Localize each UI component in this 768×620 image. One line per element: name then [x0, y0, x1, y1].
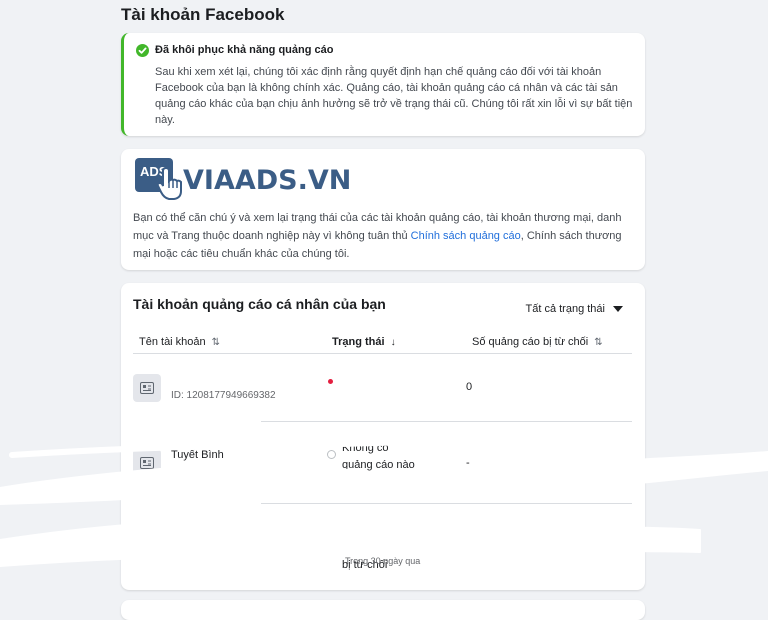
ad-account-icon: [133, 529, 161, 557]
ad-account-icon: [133, 374, 161, 402]
personal-ad-accounts-card: Tài khoản quảng cáo cá nhân của bạn Tất …: [121, 283, 645, 590]
column-label: Tên tài khoản: [139, 336, 206, 348]
column-label: Số quảng cáo bị từ chối: [472, 336, 589, 348]
rejected-count: 0: [466, 381, 473, 393]
section-title: Tài khoản quảng cáo cá nhân của bạn: [133, 296, 386, 312]
column-label: Trạng thái: [332, 336, 385, 348]
caret-down-icon: [613, 306, 623, 312]
check-circle-icon: [136, 44, 149, 57]
alert-body: Sau khi xem xét lại, chúng tôi xác định …: [155, 66, 633, 126]
status-period: Trong 30 ngày qua: [345, 556, 421, 566]
logo-text: VIAADS.VN: [183, 165, 352, 196]
sort-icon: ⇅: [211, 336, 221, 348]
column-header-name[interactable]: Tên tài khoản ⇅: [139, 336, 220, 348]
status-filter-label: Tất cả trạng thái: [525, 303, 606, 315]
account-name: Tuyết Bình: [171, 449, 224, 461]
status-indicator: [328, 379, 333, 384]
column-header-status[interactable]: Trạng thái ↓: [332, 336, 396, 348]
sort-desc-icon: ↓: [390, 336, 396, 348]
alert-title: Đã khôi phục khả năng quảng cáo: [155, 44, 334, 56]
divider: [261, 421, 632, 422]
account-id: ID: 1208177949669382: [171, 390, 276, 401]
sort-icon: ⇅: [594, 336, 603, 348]
divider: [261, 503, 632, 504]
ad-restored-alert: Đã khôi phục khả năng quảng cáo Sau khi …: [121, 33, 645, 136]
status-indicator: [327, 533, 336, 542]
ad-account-icon: [133, 449, 161, 477]
status-filter-dropdown[interactable]: Tất cả trạng thái: [525, 303, 623, 315]
rejected-count: -: [466, 540, 470, 552]
status-period: Trong 30 ngày qua: [344, 474, 420, 484]
info-text: Bạn có thể căn chú ý và xem lại trạng th…: [133, 212, 622, 260]
pointer-hand-icon: [157, 167, 182, 200]
page-title: Tài khoản Facebook: [121, 5, 285, 24]
column-header-rejected[interactable]: Số quảng cáo bị từ chối ⇅: [472, 336, 603, 348]
info-card: ADS VIAADS.VN Bạn có thể căn chú ý và xe…: [121, 149, 645, 270]
account-name: Xinh Lê: [171, 531, 209, 543]
rejected-count: -: [466, 457, 470, 469]
next-card-edge: [121, 600, 645, 620]
status-text: Không có quảng cáo nào bị từ chối: [342, 525, 415, 571]
divider: [133, 353, 632, 354]
viaads-logo: ADS VIAADS.VN: [135, 155, 351, 205]
ad-policy-link[interactable]: Chính sách quảng cáo: [411, 230, 521, 242]
status-indicator: [327, 450, 336, 459]
